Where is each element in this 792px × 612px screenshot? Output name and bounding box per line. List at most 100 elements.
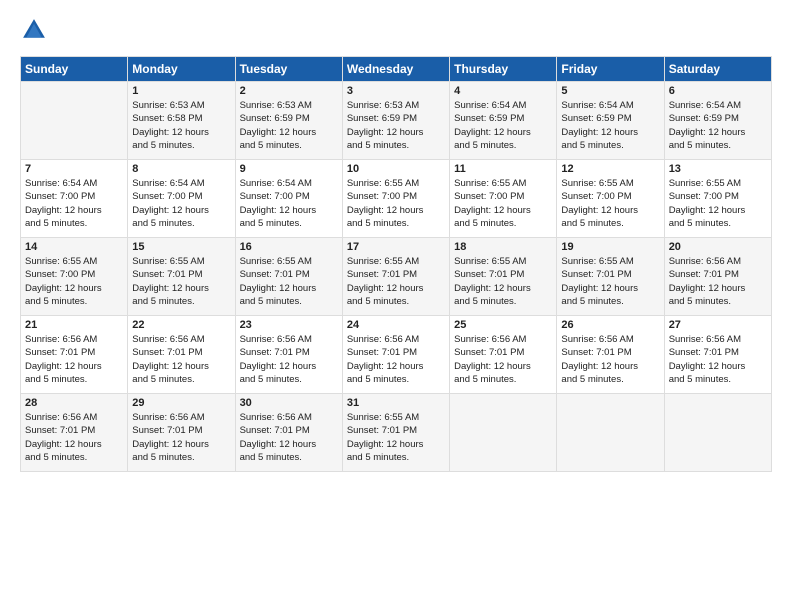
day-number: 20	[669, 241, 767, 253]
calendar-cell: 10Sunrise: 6:55 AM Sunset: 7:00 PM Dayli…	[342, 160, 449, 238]
day-info: Sunrise: 6:55 AM Sunset: 7:00 PM Dayligh…	[347, 177, 445, 230]
calendar-cell: 20 Sunrise: 6:56 AM Sunset: 7:01 PM Dayli…	[664, 238, 771, 316]
calendar-cell: 31 Sunrise: 6:55 AM Sunset: 7:01 PM Dayli…	[342, 394, 449, 472]
calendar-cell: 5Sunrise: 6:54 AM Sunset: 6:59 PM Daylig…	[557, 82, 664, 160]
page-container: SundayMondayTuesdayWednesdayThursdayFrid…	[0, 0, 792, 484]
header	[20, 16, 772, 44]
day-info: Sunrise: 6:56 AM Sunset: 7:01 PM Dayligh…	[561, 333, 659, 386]
week-row-1: 1 Sunrise: 6:53 AM Sunset: 6:58 PM Daylig…	[21, 82, 772, 160]
day-info: Sunrise: 6:56 AM Sunset: 7:01 PM Dayligh…	[669, 255, 767, 308]
calendar-cell: 8 Sunrise: 6:54 AM Sunset: 7:00 PM Daylig…	[128, 160, 235, 238]
day-info: Sunrise: 6:56 AM Sunset: 7:01 PM Dayligh…	[669, 333, 767, 386]
day-number: 31	[347, 397, 445, 409]
calendar-cell: 30 Sunrise: 6:56 AM Sunset: 7:01 PM Dayli…	[235, 394, 342, 472]
day-number: 9	[240, 163, 338, 175]
day-info: Sunrise: 6:55 AM Sunset: 7:01 PM Dayligh…	[347, 411, 445, 464]
calendar-table: SundayMondayTuesdayWednesdayThursdayFrid…	[20, 56, 772, 472]
day-number: 13	[669, 163, 767, 175]
weekday-header-tuesday: Tuesday	[235, 57, 342, 82]
calendar-cell: 2 Sunrise: 6:53 AM Sunset: 6:59 PM Daylig…	[235, 82, 342, 160]
day-number: 4	[454, 85, 552, 97]
weekday-header-wednesday: Wednesday	[342, 57, 449, 82]
day-info: Sunrise: 6:55 AM Sunset: 7:00 PM Dayligh…	[669, 177, 767, 230]
day-number: 26	[561, 319, 659, 331]
day-number: 2	[240, 85, 338, 97]
day-number: 30	[240, 397, 338, 409]
day-number: 12	[561, 163, 659, 175]
day-info: Sunrise: 6:55 AM Sunset: 7:01 PM Dayligh…	[561, 255, 659, 308]
day-info: Sunrise: 6:53 AM Sunset: 6:59 PM Dayligh…	[240, 99, 338, 152]
day-number: 21	[25, 319, 123, 331]
day-info: Sunrise: 6:56 AM Sunset: 7:01 PM Dayligh…	[454, 333, 552, 386]
weekday-header-row: SundayMondayTuesdayWednesdayThursdayFrid…	[21, 57, 772, 82]
logo	[20, 16, 52, 44]
calendar-cell	[664, 394, 771, 472]
calendar-cell: 27 Sunrise: 6:56 AM Sunset: 7:01 PM Dayli…	[664, 316, 771, 394]
day-number: 22	[132, 319, 230, 331]
day-number: 8	[132, 163, 230, 175]
calendar-cell: 26 Sunrise: 6:56 AM Sunset: 7:01 PM Dayli…	[557, 316, 664, 394]
day-info: Sunrise: 6:56 AM Sunset: 7:01 PM Dayligh…	[240, 411, 338, 464]
day-info: Sunrise: 6:56 AM Sunset: 7:01 PM Dayligh…	[347, 333, 445, 386]
calendar-cell: 28 Sunrise: 6:56 AM Sunset: 7:01 PM Dayli…	[21, 394, 128, 472]
day-info: Sunrise: 6:55 AM Sunset: 7:01 PM Dayligh…	[132, 255, 230, 308]
weekday-header-monday: Monday	[128, 57, 235, 82]
day-info: Sunrise: 6:55 AM Sunset: 7:00 PM Dayligh…	[454, 177, 552, 230]
calendar-cell: 9 Sunrise: 6:54 AM Sunset: 7:00 PM Daylig…	[235, 160, 342, 238]
calendar-cell: 18Sunrise: 6:55 AM Sunset: 7:01 PM Dayli…	[450, 238, 557, 316]
day-number: 17	[347, 241, 445, 253]
day-info: Sunrise: 6:55 AM Sunset: 7:00 PM Dayligh…	[561, 177, 659, 230]
calendar-cell: 7Sunrise: 6:54 AM Sunset: 7:00 PM Daylig…	[21, 160, 128, 238]
day-number: 23	[240, 319, 338, 331]
calendar-cell: 3 Sunrise: 6:53 AM Sunset: 6:59 PM Daylig…	[342, 82, 449, 160]
weekday-header-thursday: Thursday	[450, 57, 557, 82]
day-info: Sunrise: 6:53 AM Sunset: 6:58 PM Dayligh…	[132, 99, 230, 152]
day-number: 3	[347, 85, 445, 97]
week-row-2: 7Sunrise: 6:54 AM Sunset: 7:00 PM Daylig…	[21, 160, 772, 238]
calendar-cell: 13 Sunrise: 6:55 AM Sunset: 7:00 PM Dayli…	[664, 160, 771, 238]
calendar-cell: 19Sunrise: 6:55 AM Sunset: 7:01 PM Dayli…	[557, 238, 664, 316]
day-number: 15	[132, 241, 230, 253]
day-info: Sunrise: 6:53 AM Sunset: 6:59 PM Dayligh…	[347, 99, 445, 152]
day-info: Sunrise: 6:55 AM Sunset: 7:01 PM Dayligh…	[240, 255, 338, 308]
day-number: 14	[25, 241, 123, 253]
day-info: Sunrise: 6:55 AM Sunset: 7:01 PM Dayligh…	[347, 255, 445, 308]
calendar-cell: 25 Sunrise: 6:56 AM Sunset: 7:01 PM Dayli…	[450, 316, 557, 394]
day-number: 28	[25, 397, 123, 409]
day-info: Sunrise: 6:56 AM Sunset: 7:01 PM Dayligh…	[132, 333, 230, 386]
day-number: 16	[240, 241, 338, 253]
calendar-cell: 15 Sunrise: 6:55 AM Sunset: 7:01 PM Dayli…	[128, 238, 235, 316]
day-info: Sunrise: 6:56 AM Sunset: 7:01 PM Dayligh…	[25, 333, 123, 386]
week-row-5: 28 Sunrise: 6:56 AM Sunset: 7:01 PM Dayli…	[21, 394, 772, 472]
calendar-cell: 17 Sunrise: 6:55 AM Sunset: 7:01 PM Dayli…	[342, 238, 449, 316]
calendar-cell	[450, 394, 557, 472]
day-info: Sunrise: 6:56 AM Sunset: 7:01 PM Dayligh…	[240, 333, 338, 386]
day-number: 25	[454, 319, 552, 331]
calendar-cell: 6Sunrise: 6:54 AM Sunset: 6:59 PM Daylig…	[664, 82, 771, 160]
calendar-cell: 21 Sunrise: 6:56 AM Sunset: 7:01 PM Dayli…	[21, 316, 128, 394]
day-info: Sunrise: 6:54 AM Sunset: 7:00 PM Dayligh…	[132, 177, 230, 230]
weekday-header-friday: Friday	[557, 57, 664, 82]
week-row-3: 14Sunrise: 6:55 AM Sunset: 7:00 PM Dayli…	[21, 238, 772, 316]
day-info: Sunrise: 6:54 AM Sunset: 6:59 PM Dayligh…	[561, 99, 659, 152]
day-number: 29	[132, 397, 230, 409]
day-info: Sunrise: 6:54 AM Sunset: 6:59 PM Dayligh…	[454, 99, 552, 152]
day-info: Sunrise: 6:56 AM Sunset: 7:01 PM Dayligh…	[25, 411, 123, 464]
calendar-cell: 11Sunrise: 6:55 AM Sunset: 7:00 PM Dayli…	[450, 160, 557, 238]
calendar-cell: 12 Sunrise: 6:55 AM Sunset: 7:00 PM Dayli…	[557, 160, 664, 238]
day-info: Sunrise: 6:54 AM Sunset: 7:00 PM Dayligh…	[240, 177, 338, 230]
day-number: 1	[132, 85, 230, 97]
calendar-cell: 24Sunrise: 6:56 AM Sunset: 7:01 PM Dayli…	[342, 316, 449, 394]
day-info: Sunrise: 6:55 AM Sunset: 7:01 PM Dayligh…	[454, 255, 552, 308]
calendar-cell: 29 Sunrise: 6:56 AM Sunset: 7:01 PM Dayli…	[128, 394, 235, 472]
weekday-header-sunday: Sunday	[21, 57, 128, 82]
calendar-cell	[557, 394, 664, 472]
calendar-cell: 14Sunrise: 6:55 AM Sunset: 7:00 PM Dayli…	[21, 238, 128, 316]
calendar-cell: 16 Sunrise: 6:55 AM Sunset: 7:01 PM Dayli…	[235, 238, 342, 316]
calendar-cell: 23 Sunrise: 6:56 AM Sunset: 7:01 PM Dayli…	[235, 316, 342, 394]
calendar-cell: 4 Sunrise: 6:54 AM Sunset: 6:59 PM Daylig…	[450, 82, 557, 160]
day-number: 6	[669, 85, 767, 97]
day-info: Sunrise: 6:56 AM Sunset: 7:01 PM Dayligh…	[132, 411, 230, 464]
day-number: 27	[669, 319, 767, 331]
weekday-header-saturday: Saturday	[664, 57, 771, 82]
